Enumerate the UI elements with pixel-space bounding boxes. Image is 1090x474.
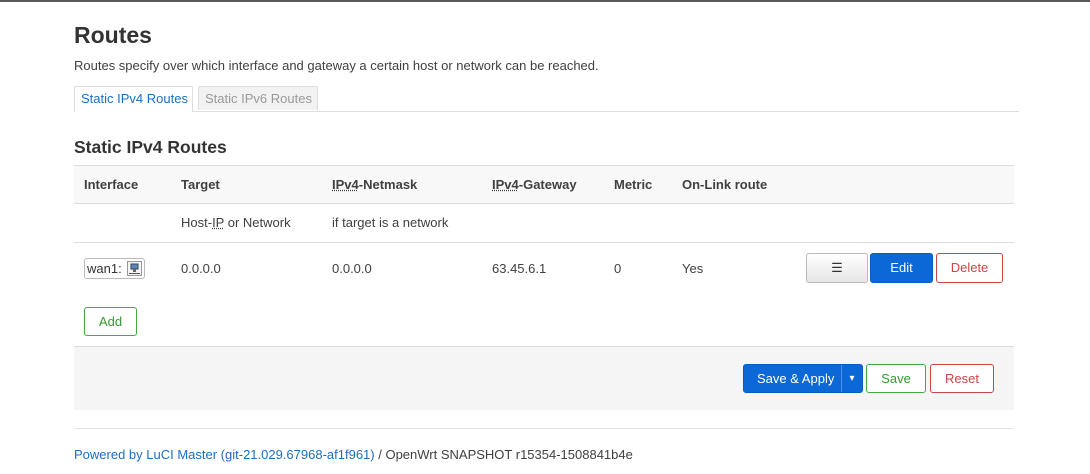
target-description-abbr: IP [212, 215, 225, 230]
cell-metric: 0 [614, 261, 622, 276]
cell-gateway: 63.45.6.1 [492, 261, 547, 276]
table-description-row: Host-IP or Network if target is a networ… [74, 204, 1014, 243]
page-title: Routes [74, 22, 152, 48]
header-target: Target [181, 177, 220, 192]
drag-sort-button[interactable]: ☰ [806, 253, 868, 283]
page-description: Routes specify over which interface and … [74, 58, 599, 73]
header-netmask: IPv4-Netmask [332, 166, 417, 203]
add-button[interactable]: Add [84, 307, 137, 336]
table-header: Interface Target IPv4-Netmask IPv4-Gatew… [74, 165, 1014, 204]
save-apply-button[interactable]: Save & Apply ▾ [743, 364, 863, 393]
header-interface: Interface [84, 177, 139, 192]
header-metric: Metric [614, 177, 653, 192]
footer: Powered by LuCI Master (git-21.029.67968… [74, 447, 633, 462]
header-gateway-abbr: IPv4 [492, 177, 519, 192]
target-description-post: or Network [224, 215, 291, 230]
top-border [0, 0, 1090, 2]
routes-table: Interface Target IPv4-Netmask IPv4-Gatew… [74, 165, 1014, 295]
target-description: Host-IP or Network [181, 204, 291, 242]
save-apply-label: Save & Apply [757, 371, 835, 386]
network-port-icon [127, 261, 142, 276]
delete-button[interactable]: Delete [936, 253, 1003, 283]
tab-static-ipv4-routes[interactable]: Static IPv4 Routes [74, 86, 193, 112]
reset-button[interactable]: Reset [930, 364, 994, 393]
save-button[interactable]: Save [866, 364, 926, 393]
header-netmask-abbr: IPv4 [332, 177, 359, 192]
footer-divider [74, 428, 1014, 429]
header-gateway-rest: -Gateway [518, 177, 577, 192]
interface-badge[interactable]: wan1: [84, 258, 145, 279]
tab-bar: Static IPv4 Routes Static IPv6 Routes [74, 86, 1019, 112]
tab-static-ipv6-routes[interactable]: Static IPv6 Routes [198, 86, 318, 110]
luci-version-link[interactable]: Powered by LuCI Master (git-21.029.67968… [74, 447, 375, 462]
cell-target: 0.0.0.0 [181, 261, 221, 276]
table-row: wan1: 0.0.0.0 0.0.0.0 63.45.6.1 0 Yes ☰ … [74, 243, 1014, 295]
header-gateway: IPv4-Gateway [492, 166, 577, 203]
interface-name: wan1: [87, 261, 122, 276]
target-description-pre: Host- [181, 215, 213, 230]
section-title: Static IPv4 Routes [74, 137, 227, 157]
edit-button[interactable]: Edit [870, 253, 933, 283]
actions-bar: Save & Apply ▾ Save Reset [74, 346, 1014, 410]
openwrt-version: / OpenWrt SNAPSHOT r15354-1508841b4e [374, 447, 633, 462]
dropdown-caret-icon[interactable]: ▾ [841, 365, 862, 392]
header-onlink: On-Link route [682, 177, 768, 192]
cell-onlink: Yes [682, 261, 704, 276]
header-netmask-rest: -Netmask [358, 177, 418, 192]
cell-netmask: 0.0.0.0 [332, 261, 372, 276]
netmask-description: if target is a network [332, 215, 449, 230]
